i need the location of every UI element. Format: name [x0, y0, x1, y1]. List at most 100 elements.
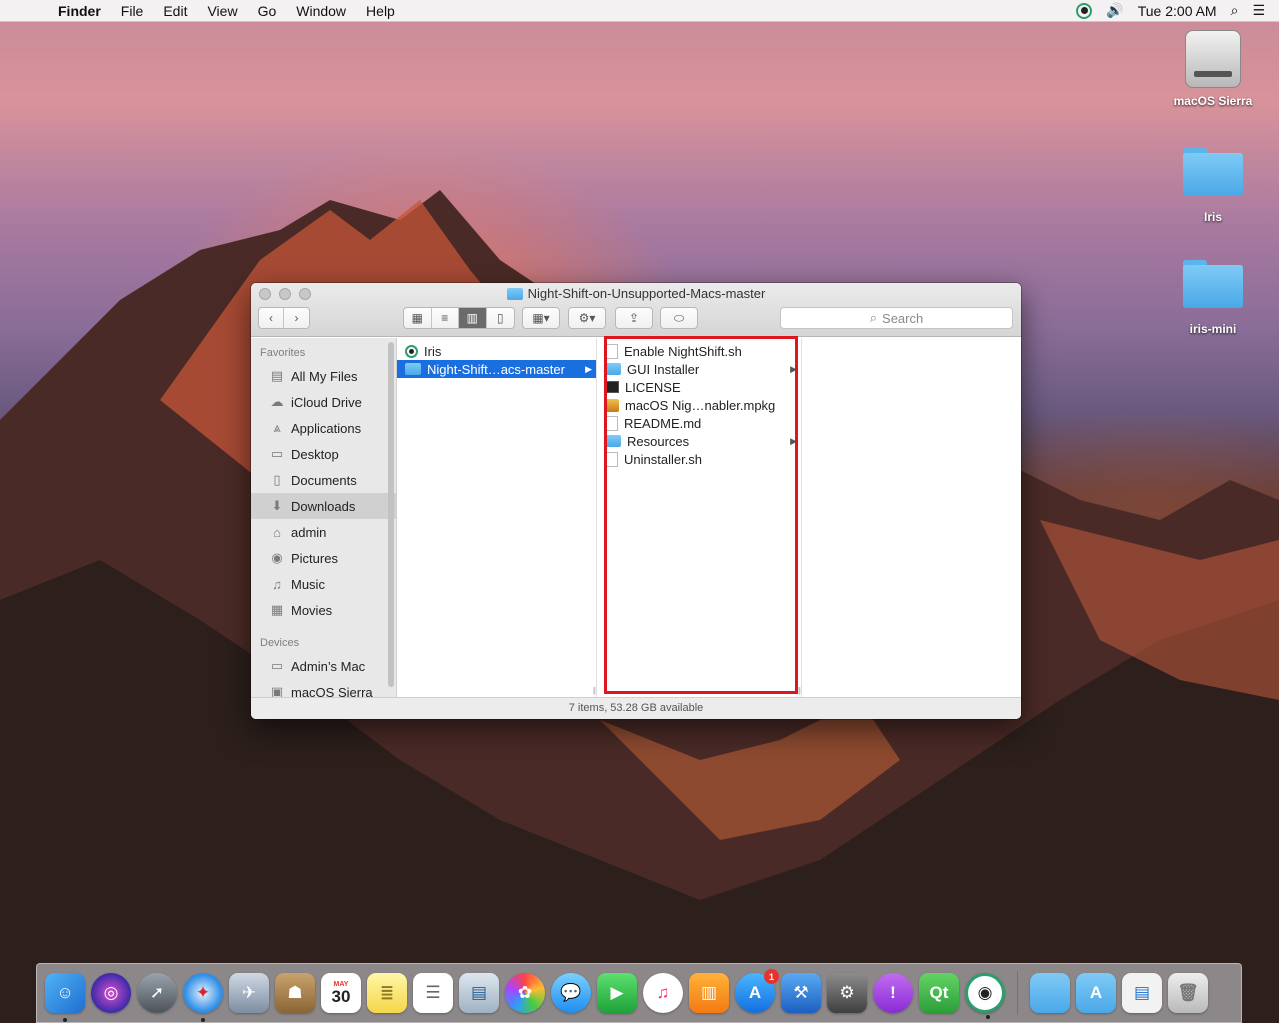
sidebar-item-macos-sierra[interactable]: ▣ macOS Sierra	[251, 679, 396, 697]
column-resize-handle[interactable]: ||	[798, 686, 801, 695]
dock-finder[interactable]: ☺	[45, 973, 85, 1022]
list-item-night-shift-folder[interactable]: Night-Shift…acs-master ▶	[397, 360, 596, 378]
dock-app-store[interactable]: A1	[735, 969, 779, 1013]
cover-flow-button[interactable]: ▯	[487, 308, 514, 328]
sidebar-item-admins-mac[interactable]: ▭ Admin’s Mac	[251, 653, 396, 679]
disclosure-arrow-icon: ▶	[585, 363, 592, 374]
sidebar-item-music[interactable]: ♫ Music	[251, 571, 396, 597]
sidebar-header-devices: Devices	[260, 637, 300, 649]
menu-window[interactable]: Window	[286, 3, 356, 19]
share-icon: ⇪	[628, 311, 640, 325]
tags-button[interactable]: ⬭	[660, 307, 698, 329]
dock-calendar[interactable]: MAY 30	[321, 973, 361, 1013]
gear-icon: ⚙	[839, 983, 855, 1002]
dock-trash[interactable]: 🗑	[1168, 973, 1208, 1013]
menu-help[interactable]: Help	[356, 3, 405, 19]
window-title-text: Night-Shift-on-Unsupported-Macs-master	[527, 286, 766, 301]
sidebar-scrollbar[interactable]	[388, 342, 394, 687]
sidebar-item-admin[interactable]: ⌂ admin	[251, 519, 396, 545]
menu-view[interactable]: View	[197, 3, 247, 19]
sidebar-item-label: Music	[291, 576, 325, 592]
dock-contacts[interactable]: ☗	[275, 973, 315, 1013]
list-item-readme[interactable]: README.md	[597, 414, 801, 432]
dock-siri[interactable]: ◎	[91, 973, 131, 1013]
chart-board-icon: ▤	[470, 983, 488, 1002]
dock-keynote[interactable]: ▤	[459, 973, 499, 1013]
desktop-icon-iris[interactable]: Iris	[1163, 148, 1263, 224]
tag-icon: ⬭	[673, 310, 685, 325]
sidebar-item-desktop[interactable]: ▭ Desktop	[251, 441, 396, 467]
volume-icon[interactable]: 🔊	[1106, 2, 1123, 19]
dock-preview[interactable]: ✈	[229, 973, 269, 1013]
dock-xcode[interactable]: ⚒	[781, 973, 821, 1013]
sidebar-item-downloads[interactable]: ⬇ Downloads	[251, 493, 396, 519]
downloads-icon: ⬇	[271, 498, 283, 513]
list-item-mpkg[interactable]: macOS Nig…nabler.mpkg	[597, 396, 801, 414]
dock-ibooks[interactable]: ▥	[689, 973, 729, 1013]
applications-folder-icon: A	[1089, 983, 1103, 1002]
sidebar-item-label: Movies	[291, 602, 333, 618]
list-item-license[interactable]: LICENSE	[597, 378, 801, 396]
dock-system-preferences[interactable]: ⚙	[827, 973, 867, 1013]
dock-messages[interactable]: 💬	[551, 973, 591, 1013]
rocket-icon: ➚	[149, 983, 165, 1002]
folder-icon	[506, 287, 523, 300]
dock-qt-creator[interactable]: Qt	[919, 973, 959, 1013]
dock-reminders[interactable]: ☰	[413, 973, 453, 1013]
sidebar-item-documents[interactable]: ▯ Documents	[251, 467, 396, 493]
search-input[interactable]: ⌕ Search	[780, 307, 1013, 329]
list-item-enable-nightshift[interactable]: Enable NightShift.sh	[597, 342, 801, 360]
aperture-icon: ◉	[977, 983, 993, 1002]
menu-clock[interactable]: Tue 2:00 AM	[1138, 3, 1217, 19]
app-store-icon: A	[748, 983, 762, 1002]
menu-edit[interactable]: Edit	[153, 3, 197, 19]
list-item-resources[interactable]: Resources ▶	[597, 432, 801, 450]
menu-file[interactable]: File	[111, 3, 154, 19]
dock-feedback-assistant[interactable]: !	[873, 973, 913, 1013]
list-item-uninstaller[interactable]: Uninstaller.sh	[597, 450, 801, 468]
iris-status-icon[interactable]	[1076, 2, 1093, 19]
contacts-icon: ☗	[287, 983, 303, 1002]
dock-safari[interactable]: ✦	[183, 973, 223, 1022]
action-button[interactable]: ⚙▾	[568, 307, 606, 329]
spotlight-search-icon[interactable]: ⌕	[1231, 2, 1239, 19]
arrange-icon: ▦▾	[532, 311, 550, 325]
dock-iris[interactable]: ◉	[965, 973, 1005, 1019]
column-resize-handle[interactable]: ||	[593, 686, 596, 695]
iris-app-icon	[405, 344, 418, 358]
sidebar-item-pictures[interactable]: ◉ Pictures	[251, 545, 396, 571]
list-item-gui-installer[interactable]: GUI Installer ▶	[597, 360, 801, 378]
forward-button[interactable]: ›	[284, 308, 309, 328]
sidebar-item-icloud-drive[interactable]: ☁ iCloud Drive	[251, 389, 396, 415]
arrange-button[interactable]: ▦▾	[522, 307, 560, 329]
desktop-icon-iris-mini[interactable]: iris-mini	[1163, 260, 1263, 336]
sidebar-item-label: admin	[291, 524, 327, 540]
notification-center-icon[interactable]: ☰	[1252, 2, 1265, 19]
package-icon	[605, 398, 619, 412]
list-view-button[interactable]: ≡	[432, 308, 459, 328]
menu-go[interactable]: Go	[248, 3, 287, 19]
icon-view-button[interactable]: ▦	[404, 308, 432, 328]
back-button[interactable]: ‹	[259, 308, 285, 328]
dock-itunes[interactable]: ♫	[643, 973, 683, 1013]
share-button[interactable]: ⇪	[615, 307, 653, 329]
sidebar-item-movies[interactable]: ▦ Movies	[251, 597, 396, 623]
dock-applications-stack[interactable]: A	[1076, 973, 1116, 1013]
sidebar-item-applications[interactable]: ⩓ Applications	[251, 415, 396, 441]
column-view-button[interactable]: ▥	[459, 308, 487, 328]
desktop-icon-macos-sierra[interactable]: macOS Sierra	[1163, 30, 1263, 108]
menu-app-name[interactable]: Finder	[48, 3, 111, 19]
sidebar-item-all-my-files[interactable]: ▤ All My Files	[251, 363, 396, 389]
dock-notes[interactable]: ≣	[367, 973, 407, 1013]
folder-icon	[405, 363, 421, 375]
list-item-label: README.md	[624, 415, 702, 431]
menu-bar: Finder File Edit View Go Window Help 🔊 T…	[0, 0, 1279, 22]
dock-photos[interactable]: ✿	[505, 973, 545, 1013]
dock-launchpad[interactable]: ➚	[137, 973, 177, 1013]
dock-downloads-stack[interactable]	[1030, 973, 1070, 1013]
title-bar[interactable]: Night-Shift-on-Unsupported-Macs-master ‹…	[251, 283, 1021, 337]
list-item-iris[interactable]: Iris	[397, 342, 596, 360]
disk-icon: ▣	[270, 684, 284, 697]
dock-document-stack[interactable]: ▤	[1122, 973, 1162, 1013]
dock-facetime[interactable]: ▶	[597, 973, 637, 1013]
